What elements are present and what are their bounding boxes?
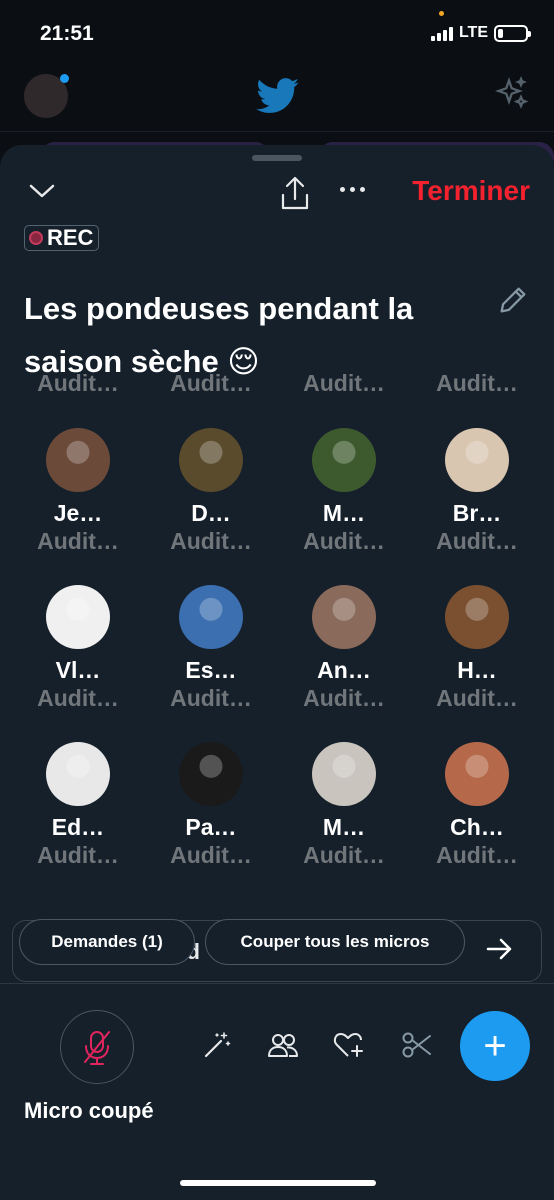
status-bar: 21:51 LTE	[0, 0, 554, 66]
listener-name: H…	[457, 657, 497, 683]
avatar	[179, 428, 243, 492]
avatar	[312, 428, 376, 492]
mic-off-icon	[84, 1031, 110, 1065]
listener-role: Audit…	[170, 685, 252, 711]
pencil-icon[interactable]	[496, 283, 530, 317]
status-time: 21:51	[40, 22, 94, 45]
listener-role: Audit…	[170, 528, 252, 554]
listener-role: Audit…	[436, 685, 518, 711]
heart-plus-icon	[333, 1033, 363, 1057]
share-icon[interactable]	[278, 175, 312, 211]
rec-label: REC	[47, 225, 94, 250]
arrow-right-icon[interactable]	[485, 937, 515, 961]
listener-name: Br…	[452, 500, 502, 526]
listener-name: D…	[191, 500, 231, 526]
listener-role: Audit…	[303, 370, 385, 396]
listener-role: Audit…	[170, 842, 252, 868]
mic-toggle-button[interactable]	[60, 1010, 134, 1084]
listener-role: Audit…	[37, 685, 119, 711]
avatar	[46, 585, 110, 649]
listener-tile[interactable]: Vl… Audit…	[12, 585, 144, 715]
battery-icon	[494, 24, 531, 42]
avatar	[179, 585, 243, 649]
network-label: LTE	[458, 24, 488, 41]
avatar	[46, 428, 110, 492]
clip-button[interactable]	[400, 1028, 434, 1062]
listener-tile[interactable]: Je… Audit…	[12, 428, 144, 558]
sparkle-icon[interactable]	[494, 76, 530, 112]
more-icon[interactable]	[340, 187, 365, 192]
chevron-down-icon[interactable]	[28, 181, 56, 201]
listener-tile[interactable]: M… Audit…	[278, 742, 410, 872]
listener-tile[interactable]: Ch… Audit…	[411, 742, 543, 872]
listener-role: Audit…	[436, 528, 518, 554]
recording-badge: REC	[24, 225, 100, 251]
background-header	[0, 66, 554, 132]
listener-name: M…	[322, 500, 366, 526]
listener-name: Ch…	[450, 814, 504, 840]
scissors-icon	[402, 1032, 431, 1058]
notification-dot	[60, 74, 69, 83]
magic-wand-icon	[204, 1032, 231, 1058]
listener-name: Vl…	[55, 657, 101, 683]
listener-tile[interactable]: H… Audit…	[411, 585, 543, 715]
home-indicator[interactable]	[180, 1180, 376, 1186]
space-sheet: Terminer REC Les pondeuses pendant la sa…	[0, 145, 554, 1200]
signal-icon	[430, 25, 453, 41]
listener-role: Audit…	[37, 842, 119, 868]
listener-name: Es…	[185, 657, 237, 683]
listener-tile[interactable]: D… Audit…	[145, 428, 277, 558]
requests-button[interactable]: Demandes (1)	[19, 919, 195, 965]
avatar	[445, 742, 509, 806]
mic-in-use-indicator	[439, 11, 444, 16]
listener-role: Audit…	[37, 528, 119, 554]
end-space-button[interactable]: Terminer	[412, 175, 530, 207]
listener-role: Audit…	[170, 370, 252, 396]
avatar	[445, 428, 509, 492]
listener-tile[interactable]: Es… Audit…	[145, 585, 277, 715]
listener-name: M…	[322, 814, 366, 840]
listener-tile[interactable]: Pa… Audit…	[145, 742, 277, 872]
listener-role: Audit…	[436, 370, 518, 396]
listener-name: An…	[317, 657, 371, 683]
listener-tile[interactable]: Ed… Audit…	[12, 742, 144, 872]
listener-name: Je…	[53, 500, 103, 526]
listener-tile[interactable]: An… Audit…	[278, 585, 410, 715]
listener-tile[interactable]: Audit…	[278, 370, 410, 400]
status-indicators: LTE	[430, 24, 531, 42]
avatar	[312, 742, 376, 806]
mute-all-button[interactable]: Couper tous les micros	[205, 919, 465, 965]
avatar	[46, 742, 110, 806]
listener-name: Pa…	[185, 814, 237, 840]
sheet-grabber[interactable]	[252, 155, 302, 161]
listener-tile[interactable]: Audit…	[12, 370, 144, 400]
mic-status-label: Micro coupé	[24, 1098, 154, 1123]
avatar	[179, 742, 243, 806]
listener-tile[interactable]: Audit…	[411, 370, 543, 400]
host-actions-bar: ud Demandes (1) Couper tous les micros	[12, 919, 542, 982]
listener-role: Audit…	[303, 528, 385, 554]
twitter-bird-icon	[256, 78, 299, 113]
avatar	[445, 585, 509, 649]
listener-role: Audit…	[436, 842, 518, 868]
add-button[interactable]: +	[460, 1011, 530, 1081]
listener-name: Ed…	[51, 814, 105, 840]
footer-divider	[0, 983, 554, 984]
listener-role: Audit…	[303, 685, 385, 711]
people-button[interactable]	[266, 1028, 300, 1062]
record-dot-icon	[29, 231, 43, 245]
listener-role: Audit…	[303, 842, 385, 868]
people-icon	[268, 1034, 298, 1057]
listener-role: Audit…	[37, 370, 119, 396]
listener-tile[interactable]: Br… Audit…	[411, 428, 543, 558]
reactions-button[interactable]	[332, 1028, 366, 1062]
effects-button[interactable]	[200, 1028, 234, 1062]
listener-tile[interactable]: Audit…	[145, 370, 277, 400]
listener-tile[interactable]: M… Audit…	[278, 428, 410, 558]
avatar	[312, 585, 376, 649]
